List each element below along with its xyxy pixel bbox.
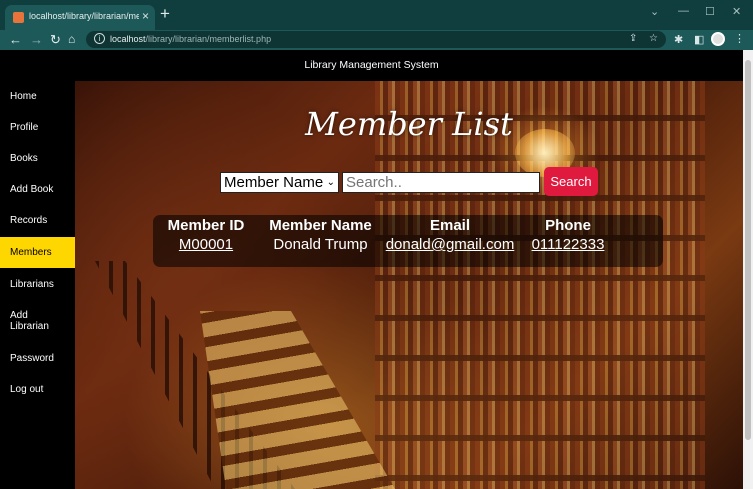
- maximize-icon[interactable]: ☐: [705, 5, 715, 18]
- main-content: Member List Member Name ⌄ Search Member …: [75, 81, 743, 489]
- table-header: Phone: [545, 217, 591, 234]
- sidebar-item-profile[interactable]: Profile: [0, 112, 75, 143]
- url-host: localhost: [110, 34, 146, 44]
- info-icon[interactable]: i: [94, 33, 105, 44]
- url-text[interactable]: localhost/library/librarian/memberlist.p…: [110, 34, 271, 44]
- sidebar-item-logout[interactable]: Log out: [0, 374, 75, 405]
- site-header: Library Management System: [0, 50, 743, 81]
- address-bar[interactable]: i localhost/library/librarian/memberlist…: [86, 31, 666, 48]
- search-select-value: Member Name: [224, 174, 324, 191]
- share-icon[interactable]: ⇪: [629, 33, 637, 44]
- member-id-link[interactable]: M00001: [155, 235, 257, 255]
- chevron-down-icon: ⌄: [326, 177, 335, 188]
- address-toolbar: ← → ↻ ⌂ i localhost/library/librarian/me…: [0, 30, 753, 50]
- browser-tab-bar: localhost/library/librarian/memb × + ⌄ —…: [0, 0, 753, 30]
- menu-icon[interactable]: ⋮: [734, 32, 745, 45]
- sidepanel-icon[interactable]: ◧: [694, 33, 704, 46]
- sidebar-item-librarians[interactable]: Librarians: [0, 269, 75, 300]
- sidebar-item-password[interactable]: Password: [0, 343, 75, 374]
- close-icon[interactable]: ×: [142, 9, 149, 23]
- member-name-cell: Donald Trump: [273, 236, 368, 253]
- member-table: Member ID M00001 Member Name Donald Trum…: [153, 215, 663, 267]
- back-icon[interactable]: ←: [9, 32, 22, 47]
- sidebar-item-members[interactable]: Members: [0, 237, 75, 268]
- window-close-icon[interactable]: ✕: [732, 5, 741, 18]
- search-button[interactable]: Search: [544, 167, 598, 196]
- page-title: Member List: [305, 105, 513, 143]
- new-tab-icon[interactable]: +: [160, 5, 170, 22]
- scrollbar-thumb[interactable]: [745, 60, 751, 440]
- sidebar: Home Profile Books Add Book Records Memb…: [0, 81, 75, 489]
- table-header: Email: [429, 217, 471, 234]
- column-member-id: Member ID M00001: [155, 215, 257, 255]
- tab-title: localhost/library/librarian/memb: [29, 11, 139, 21]
- table-header: Member ID: [167, 217, 245, 234]
- sidebar-item-add-librarian[interactable]: Add Librarian: [0, 305, 62, 336]
- column-phone: Phone 011122333: [523, 215, 613, 255]
- home-icon[interactable]: ⌂: [68, 32, 75, 47]
- sidebar-item-books[interactable]: Books: [0, 143, 75, 174]
- email-link[interactable]: donald@gmail.com: [379, 235, 521, 255]
- site-title: Library Management System: [304, 59, 439, 71]
- reload-icon[interactable]: ↻: [50, 32, 61, 47]
- favicon: [13, 12, 24, 23]
- sidebar-item-home[interactable]: Home: [0, 81, 75, 112]
- minimize-icon[interactable]: —: [678, 5, 689, 17]
- search-input[interactable]: [342, 172, 540, 193]
- tab-search-chevron-icon[interactable]: ⌄: [650, 5, 659, 18]
- extensions-icon[interactable]: ✱: [674, 33, 683, 46]
- search-field-select[interactable]: Member Name ⌄: [220, 172, 339, 193]
- sidebar-item-add-book[interactable]: Add Book: [0, 174, 75, 205]
- browser-tab[interactable]: localhost/library/librarian/memb ×: [5, 5, 155, 30]
- forward-icon[interactable]: →: [30, 32, 43, 47]
- profile-icon[interactable]: [711, 32, 725, 46]
- sidebar-item-records[interactable]: Records: [0, 205, 75, 236]
- star-icon[interactable]: ☆: [649, 33, 658, 44]
- url-path: /library/librarian/memberlist.php: [145, 34, 272, 44]
- column-email: Email donald@gmail.com: [379, 215, 521, 255]
- column-member-name: Member Name Donald Trump: [263, 215, 378, 255]
- phone-link[interactable]: 011122333: [523, 235, 613, 255]
- table-header: Member Name: [269, 217, 372, 234]
